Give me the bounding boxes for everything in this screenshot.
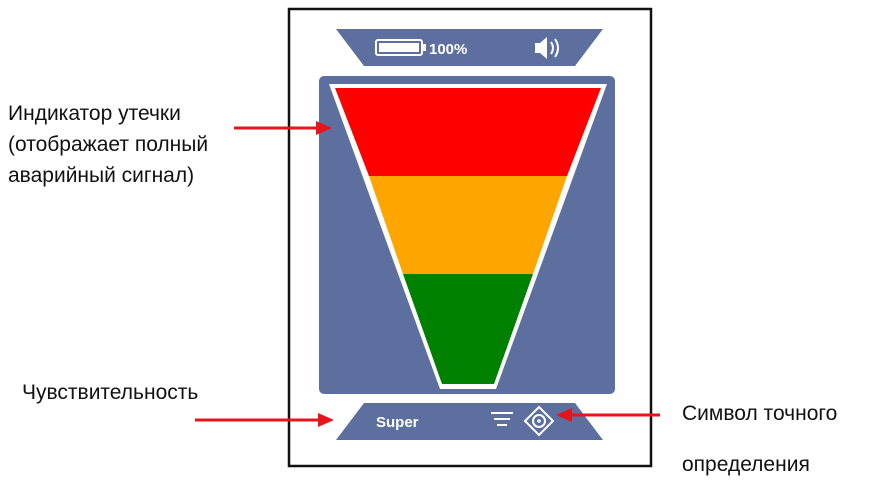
- sensitivity-label: Чувствительность: [22, 381, 199, 404]
- pinpoint-symbol-label-line: определения: [682, 453, 810, 476]
- leak-indicator-label-line: аварийный сигнал): [8, 164, 195, 187]
- leak-indicator-label-line: Индикатор утечки: [8, 102, 181, 125]
- battery-percentage: 100%: [429, 41, 467, 58]
- alarm-level-orange: [369, 176, 567, 274]
- pinpoint-symbol-label-line: Символ точного: [682, 402, 838, 425]
- leak-indicator-label: Индикатор утечки (отображает полный авар…: [8, 98, 298, 191]
- leak-indicator-label-line: (отображает полный: [8, 133, 209, 156]
- sensitivity-value: Super: [376, 414, 419, 431]
- alarm-level-red: [335, 88, 601, 176]
- pinpoint-symbol-label: Символ точного определения: [682, 398, 837, 480]
